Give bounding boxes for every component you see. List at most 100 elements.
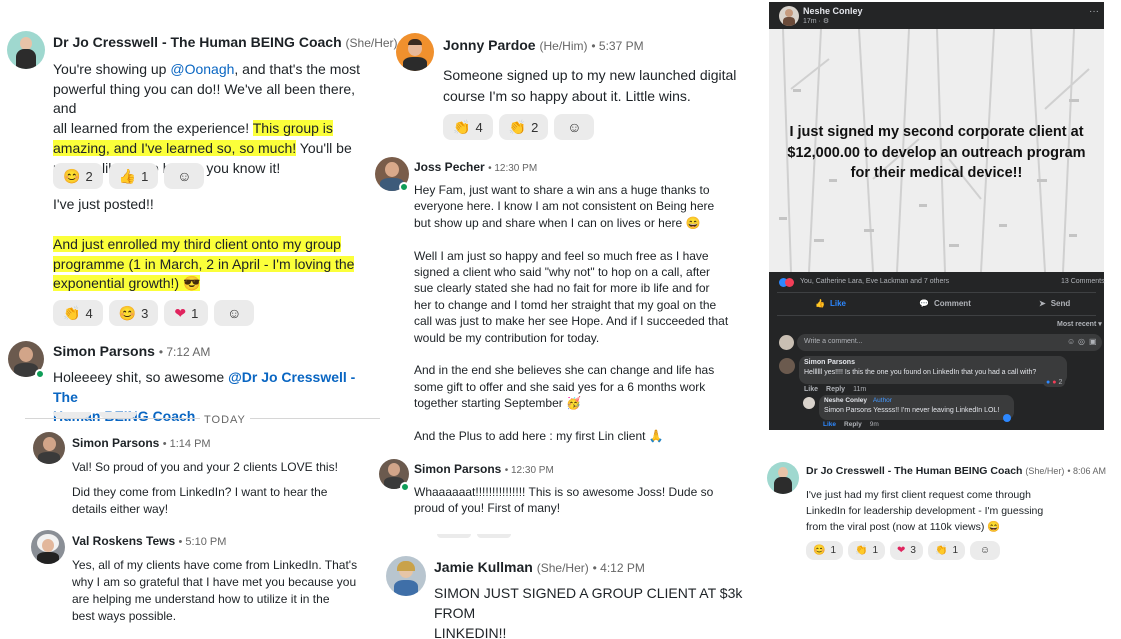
reactors-summary[interactable]: You, Catherine Lara, Eve Lackman and 7 o… [800,278,949,285]
add-reaction-button[interactable]: ☺ [214,300,255,326]
facebook-post-card: Neshe Conley 17m · ⚙ ··· I just signed m… [769,2,1105,430]
add-reaction-button[interactable]: ☺ [970,541,1000,560]
reaction-clap[interactable]: 👏 4 [443,114,493,140]
reaction-like[interactable]: 👍 1 [108,163,159,189]
author-name[interactable]: Simon Parsons [53,343,155,359]
comment-author[interactable]: Simon Parsons [804,359,855,366]
emoji-icon[interactable]: ☺ [1067,337,1075,346]
message-body: Hey Fam, just want to share a win ans a … [414,182,744,444]
reaction-clap[interactable]: 👏 1 [927,541,965,560]
message-body: You're showing up @Oonagh, and that's th… [53,61,361,176]
avatar[interactable] [33,432,65,464]
clap-icon: 👏 [934,544,948,556]
reaction-clap[interactable]: 👏 4 [53,300,103,326]
add-reaction-icon: ☺ [979,544,991,556]
reaction-clap[interactable]: 👏 2 [498,114,549,140]
timestamp: 17m · ⚙ [803,18,830,25]
avatar[interactable] [7,31,45,69]
message-line: everyone here. I know I am not consisten… [414,199,715,214]
reply-text: Simon Parsons Yessss!! I'm never leaving… [824,407,1000,414]
author-name[interactable]: Dr Jo Cresswell - The Human BEING Coach [806,465,1022,477]
reaction-laugh[interactable]: 😊 1 [806,541,844,560]
clap-icon: 👏 [63,305,81,321]
author-name[interactable]: Simon Parsons [72,436,159,450]
message-line [414,231,744,247]
comment-actions: Like Reply 11m [804,386,866,393]
heart-icon: ❤ [174,305,187,321]
post-header: Jonny Pardoe (He/Him) • 5:37 PM [443,37,644,53]
comment-reply-button[interactable]: Reply [826,386,845,393]
author-name[interactable]: Jamie Kullman [434,559,533,575]
comments-count[interactable]: 13 Comments [1061,278,1105,285]
post-header: Jamie Kullman (She/Her) • 4:12 PM [434,559,645,575]
message-line: call was just to make her see Hope. And … [414,314,729,329]
pronoun: (She/Her) [1025,466,1065,476]
message-body: And just enrolled my third client onto m… [53,236,355,292]
reply-like-button[interactable]: Like [823,421,836,428]
online-indicator [399,182,409,192]
author-name[interactable]: Jonny Pardoe [443,37,536,53]
love-reaction-icon: ● [1052,378,1057,386]
message-body: I've just had my first client request co… [806,489,1044,533]
message-line: but show up and share when I can on live… [414,215,701,230]
heart-icon: ❤ [897,544,906,556]
gif-icon[interactable]: ▣ [1089,337,1097,346]
reaction-clap[interactable]: 👏 1 [848,541,886,560]
author-name[interactable]: Dr Jo Cresswell - The Human BEING Coach [53,34,342,50]
laughing-icon: 😊 [118,305,137,321]
post-header: Joss Pecher • 12:30 PM [414,160,537,174]
avatar[interactable] [779,358,795,374]
message-body: Yes, all of my clients have come from Li… [72,558,358,623]
sort-comments-dropdown[interactable]: Most recent ▾ [1057,320,1102,328]
reaction-heart[interactable]: ❤ 3 [890,541,923,560]
post-header: Val Roskens Tews • 5:10 PM [72,534,226,548]
laughing-icon: 😊 [63,168,81,184]
camera-icon[interactable]: ◎ [1078,337,1085,346]
day-divider-label: TODAY [200,414,250,426]
avatar[interactable] [396,33,434,71]
author-name[interactable]: Simon Parsons [414,462,501,476]
avatar[interactable] [803,397,815,409]
add-reaction-button[interactable]: ☺ [164,163,205,189]
like-button[interactable]: 👍 Like [815,299,846,308]
timestamp: • 4:12 PM [592,561,645,575]
reply-reply-button[interactable]: Reply [844,421,862,428]
comment-bubble: Simon Parsons Hellllll yes!!!! Is this t… [799,356,1067,384]
message-line: Hey Fam, just want to share a win ans a … [414,183,710,197]
pronoun: (She/Her) [345,36,398,50]
reaction-laugh[interactable]: 😊 2 [53,163,103,189]
avatar[interactable] [386,556,426,596]
love-reaction-icon [785,278,794,287]
reaction-bar-partial [437,534,517,538]
timestamp: • 5:37 PM [591,39,644,53]
avatar[interactable] [31,530,65,564]
author-name[interactable]: Val Roskens Tews [72,534,175,548]
post-header: Dr Jo Cresswell - The Human BEING Coach … [53,34,416,50]
post-headline: I just signed my second corporate client… [787,124,1086,181]
author-name[interactable]: Joss Pecher [414,160,485,174]
more-options-icon[interactable]: ··· [1089,6,1099,17]
avatar[interactable] [767,462,799,494]
reaction-laugh[interactable]: 😊 3 [108,300,159,326]
add-reaction-button[interactable]: ☺ [554,114,595,140]
message-line: some gift to offer and she said yes for … [414,379,706,394]
reaction-bar: 😊 1 👏 1 ❤ 3 👏 1 ☺ [806,541,1006,560]
send-button[interactable]: ➤ Send [1039,299,1070,308]
reply-author[interactable]: Neshe Conley [824,397,867,404]
comment-button[interactable]: 💬 Comment [919,299,971,308]
author-name[interactable]: Neshe Conley [803,6,863,16]
mention-link[interactable]: @Oonagh [170,61,234,77]
post-header: Simon Parsons • 7:12 AM [53,343,210,359]
avatar[interactable] [779,6,799,26]
message-body: Whaaaaaat!!!!!!!!!!!!!!! This is so awes… [414,485,714,516]
message-body: I've just posted!! [53,196,154,212]
add-reaction-icon: ☺ [177,168,192,184]
message-line: And the Plus to add here : my first Lin … [414,429,664,444]
message-body: Val! So proud of you and your 2 clients … [72,460,338,516]
reaction-bar: 😊 2 👍 1 ☺ [53,163,210,189]
online-indicator [35,369,45,379]
reaction-heart[interactable]: ❤ 1 [164,300,209,326]
send-icon: ➤ [1039,299,1046,308]
comment-input[interactable]: Write a comment... ☺ ◎ ▣ [797,334,1102,351]
comment-like-button[interactable]: Like [804,386,818,393]
